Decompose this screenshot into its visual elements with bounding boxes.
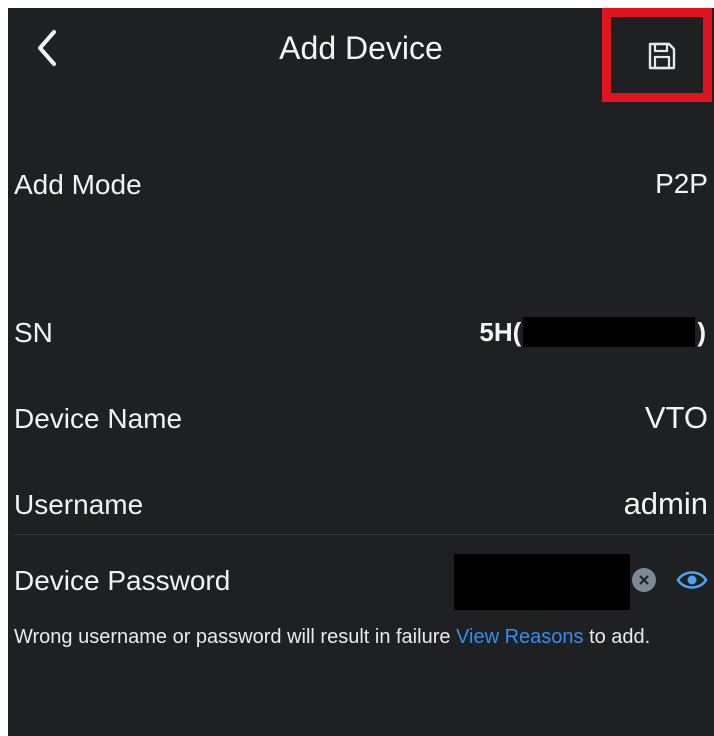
top-bar: Add Device: [8, 8, 714, 102]
add-mode-label: Add Mode: [14, 169, 142, 200]
password-hint: Wrong username or password will result i…: [14, 624, 714, 650]
add-mode-row[interactable]: Add Mode P2P: [8, 154, 714, 214]
floppy-disk-icon: [648, 42, 676, 70]
sn-row: SN 5H( ): [8, 302, 714, 362]
sn-value-prefix: 5H(: [479, 317, 522, 347]
device-password-field[interactable]: [454, 554, 630, 610]
sn-value: 5H( ): [479, 314, 706, 350]
add-device-screen: Add Device Add Mode P2P SN 5H( ) Device …: [8, 8, 714, 736]
password-hint-text-end: to add.: [583, 626, 651, 648]
sn-redaction: [523, 317, 696, 347]
username-row[interactable]: Username admin: [8, 474, 714, 534]
view-reasons-link[interactable]: View Reasons: [456, 626, 583, 648]
device-name-label: Device Name: [14, 403, 183, 434]
device-password-row[interactable]: Device Password: [8, 550, 714, 610]
clear-icon[interactable]: [632, 568, 656, 592]
clear-x-glyph: [639, 575, 649, 585]
username-field[interactable]: admin: [624, 486, 708, 522]
eye-icon[interactable]: [676, 566, 708, 594]
device-password-label: Device Password: [14, 565, 231, 596]
device-name-row[interactable]: Device Name VTO: [8, 388, 714, 448]
add-mode-value: P2P: [655, 168, 708, 199]
username-label: Username: [14, 489, 144, 520]
sn-label: SN: [14, 317, 53, 348]
password-hint-text: Wrong username or password will result i…: [14, 626, 457, 648]
divider: [14, 534, 714, 535]
sn-value-suffix: ): [697, 317, 706, 347]
device-name-field[interactable]: VTO: [645, 400, 708, 436]
save-button[interactable]: [602, 8, 712, 102]
